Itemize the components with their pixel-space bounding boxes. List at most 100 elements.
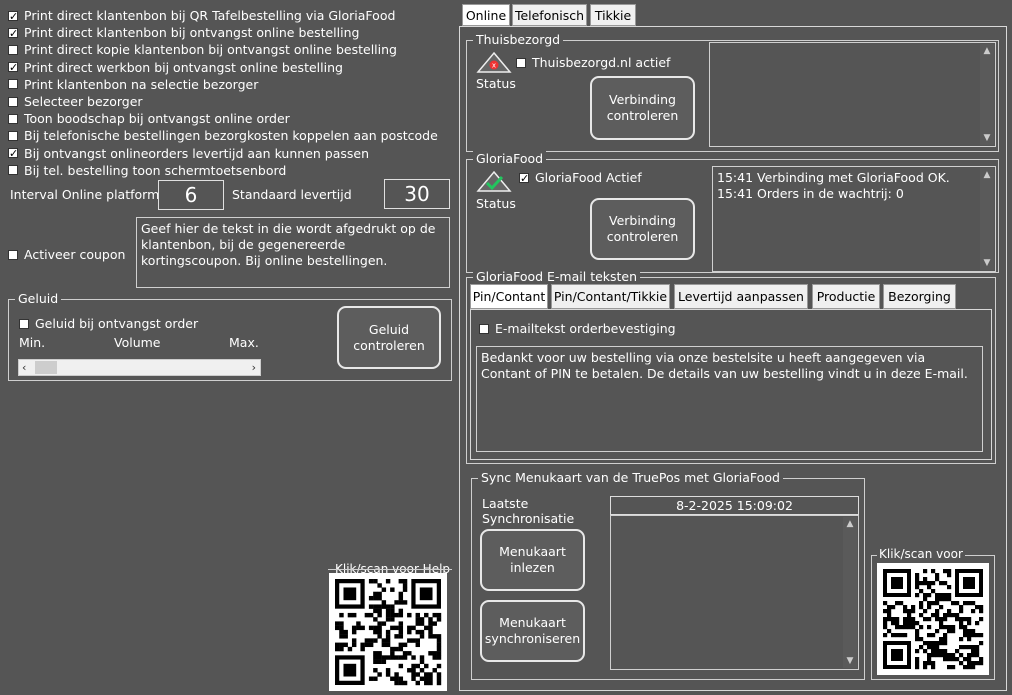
levertijd-input[interactable]: 30 (384, 179, 450, 209)
menukaart-inlezen-button[interactable]: Menukaart inlezen (480, 529, 585, 591)
option-checkbox[interactable] (8, 96, 18, 107)
geluid-checkbox-label: Geluid bij ontvangst order (35, 316, 199, 331)
scroll-down-icon[interactable]: ▼ (980, 131, 994, 145)
option-label: Print direct werkbon bij ontvangst onlin… (24, 59, 343, 75)
volume-label: Volume (114, 335, 161, 350)
gloriafood-log-line: 15:41 Orders in de wachtrij: 0 (717, 186, 904, 201)
gloriafood-log[interactable]: 15:41 Verbinding met GloriaFood OK. 15:4… (712, 166, 996, 272)
sync-log[interactable]: ▲ ▼ (610, 515, 859, 670)
coupon-text-field[interactable]: Geef hier de tekst in die wordt afgedruk… (136, 217, 450, 288)
option-label: Print klantenbon na selectie bezorger (24, 76, 259, 92)
right-qr-code[interactable] (877, 563, 989, 675)
interval-label: Interval Online platforms (10, 187, 166, 202)
thuisbezorgd-status-label: Status (476, 76, 516, 91)
thuisbezorgd-log[interactable]: ▲ ▼ (709, 42, 996, 147)
thuisbezorgd-checkbox[interactable] (516, 57, 526, 68)
thuisbezorgd-verbinding-button[interactable]: Verbinding controleren (590, 76, 695, 140)
email-checkbox-row[interactable]: E-mailtekst orderbevestiging (479, 320, 676, 337)
scroll-right-icon[interactable]: › (252, 360, 256, 375)
thuisbezorgd-legend: Thuisbezorgd (473, 32, 564, 48)
email-checkbox[interactable] (479, 323, 489, 334)
gloriafood-verbinding-button[interactable]: Verbinding controleren (590, 198, 695, 260)
tab-bezorging[interactable]: Bezorging (883, 284, 956, 309)
tab-productie[interactable]: Productie (812, 284, 880, 309)
coupon-checkbox[interactable] (8, 249, 18, 260)
gloriafood-checkbox-label: GloriaFood Actief (535, 170, 642, 185)
gloriafood-legend: GloriaFood (473, 151, 547, 167)
option-checkbox-row[interactable]: Toon boodschap bij ontvangst online orde… (8, 110, 290, 127)
volume-min-label: Min. (19, 335, 46, 350)
option-checkbox[interactable] (8, 113, 18, 124)
volume-max-label: Max. (229, 335, 259, 350)
email-legend: GloriaFood E-mail teksten (473, 269, 641, 285)
option-checkbox[interactable] (8, 59, 18, 76)
gloriafood-status-label: Status (476, 196, 516, 211)
option-label: Bij ontvangst onlineorders levertijd aan… (24, 145, 370, 161)
email-checkbox-label: E-mailtekst orderbevestiging (495, 321, 676, 336)
interval-input[interactable]: 6 (158, 180, 224, 210)
scroll-left-icon[interactable]: ‹ (22, 360, 26, 375)
qr-code-icon (883, 569, 984, 670)
tab-telefonisch[interactable]: Telefonisch (512, 4, 587, 26)
vertical-scrollbar[interactable]: ▲ ▼ (980, 168, 994, 270)
option-label: Toon boodschap bij ontvangst online orde… (24, 111, 290, 127)
option-checkbox[interactable] (8, 145, 18, 162)
tab-levertijd-aanpassen[interactable]: Levertijd aanpassen (674, 284, 808, 309)
help-qr-frame (328, 569, 452, 570)
menukaart-synchroniseren-button[interactable]: Menukaart synchroniseren (480, 600, 585, 662)
option-label: Bij telefonische bestellingen bezorgkost… (24, 128, 438, 144)
geluid-checkbox[interactable] (19, 318, 29, 329)
sync-legend: Sync Menukaart van de TruePos met Gloria… (478, 470, 783, 486)
email-text-field[interactable]: Bedankt voor uw bestelling via onze best… (476, 346, 983, 452)
gloriafood-log-line: 15:41 Verbinding met GloriaFood OK. (717, 170, 950, 185)
option-checkbox-row[interactable]: Bij telefonische bestellingen bezorgkost… (8, 127, 438, 144)
option-label: Bij tel. bestelling toon schermtoetsenbo… (24, 162, 287, 178)
option-checkbox-row[interactable]: Bij tel. bestelling toon schermtoetsenbo… (8, 162, 286, 179)
vertical-scrollbar[interactable]: ▲ ▼ (843, 517, 857, 668)
svg-text:x: x (492, 62, 496, 70)
option-checkbox-row[interactable]: Print direct kopie klantenbon bij ontvan… (8, 41, 397, 58)
option-checkbox-row[interactable]: Print direct werkbon bij ontvangst onlin… (8, 59, 343, 76)
ok-warning-icon (476, 170, 512, 192)
sync-last-label: Laatste Synchronisatie (482, 496, 575, 526)
email-tab-bar: Pin/Contant Pin/Contant/Tikkie Levertijd… (468, 284, 993, 310)
option-checkbox[interactable] (8, 8, 18, 25)
gloriafood-checkbox-row[interactable]: GloriaFood Actief (519, 169, 642, 187)
vertical-scrollbar[interactable]: ▲ ▼ (980, 44, 994, 145)
option-checkbox[interactable] (8, 130, 18, 141)
option-checkbox[interactable] (8, 79, 18, 90)
option-checkbox[interactable] (8, 165, 18, 176)
tab-pin-contant[interactable]: Pin/Contant (470, 284, 548, 309)
qr-code-icon (335, 579, 442, 686)
option-checkbox-row[interactable]: Selecteer bezorger (8, 93, 143, 110)
geluid-controleren-button[interactable]: Geluid controleren (337, 306, 441, 369)
volume-slider-thumb[interactable] (35, 361, 57, 374)
option-checkbox-row[interactable]: Bij ontvangst onlineorders levertijd aan… (8, 145, 369, 162)
geluid-legend: Geluid (15, 291, 62, 307)
error-warning-icon: x (476, 51, 512, 73)
option-label: Print direct kopie klantenbon bij ontvan… (24, 42, 397, 58)
sync-last-value: 8-2-2025 15:09:02 (610, 496, 859, 515)
thuisbezorgd-checkbox-row[interactable]: Thuisbezorgd.nl actief (516, 54, 670, 71)
option-checkbox[interactable] (8, 44, 18, 55)
coupon-checkbox-row[interactable]: Activeer coupon (8, 246, 125, 263)
scroll-up-icon[interactable]: ▲ (980, 168, 994, 182)
scroll-down-icon[interactable]: ▼ (980, 256, 994, 270)
geluid-checkbox-row[interactable]: Geluid bij ontvangst order (19, 315, 198, 332)
option-checkbox-row[interactable]: Print direct klantenbon bij QR Tafelbest… (8, 7, 395, 25)
levertijd-label: Standaard levertijd (232, 187, 352, 202)
scroll-down-icon[interactable]: ▼ (843, 654, 857, 668)
gloriafood-checkbox[interactable] (519, 170, 529, 187)
option-checkbox-row[interactable]: Print klantenbon na selectie bezorger (8, 76, 258, 93)
tab-bar: Online Telefonisch Tikkie (460, 4, 640, 28)
scroll-up-icon[interactable]: ▲ (980, 44, 994, 58)
volume-scrollbar[interactable]: ‹ › (18, 359, 261, 376)
option-checkbox[interactable] (8, 25, 18, 42)
right-qr-legend: Klik/scan voor (877, 547, 965, 561)
tab-online[interactable]: Online (462, 4, 510, 26)
tab-tikkie[interactable]: Tikkie (590, 4, 636, 26)
option-checkbox-row[interactable]: Print direct klantenbon bij ontvangst on… (8, 24, 359, 42)
tab-pin-contant-tikkie[interactable]: Pin/Contant/Tikkie (551, 284, 670, 309)
scroll-up-icon[interactable]: ▲ (843, 517, 857, 531)
help-qr-code[interactable] (329, 573, 447, 691)
